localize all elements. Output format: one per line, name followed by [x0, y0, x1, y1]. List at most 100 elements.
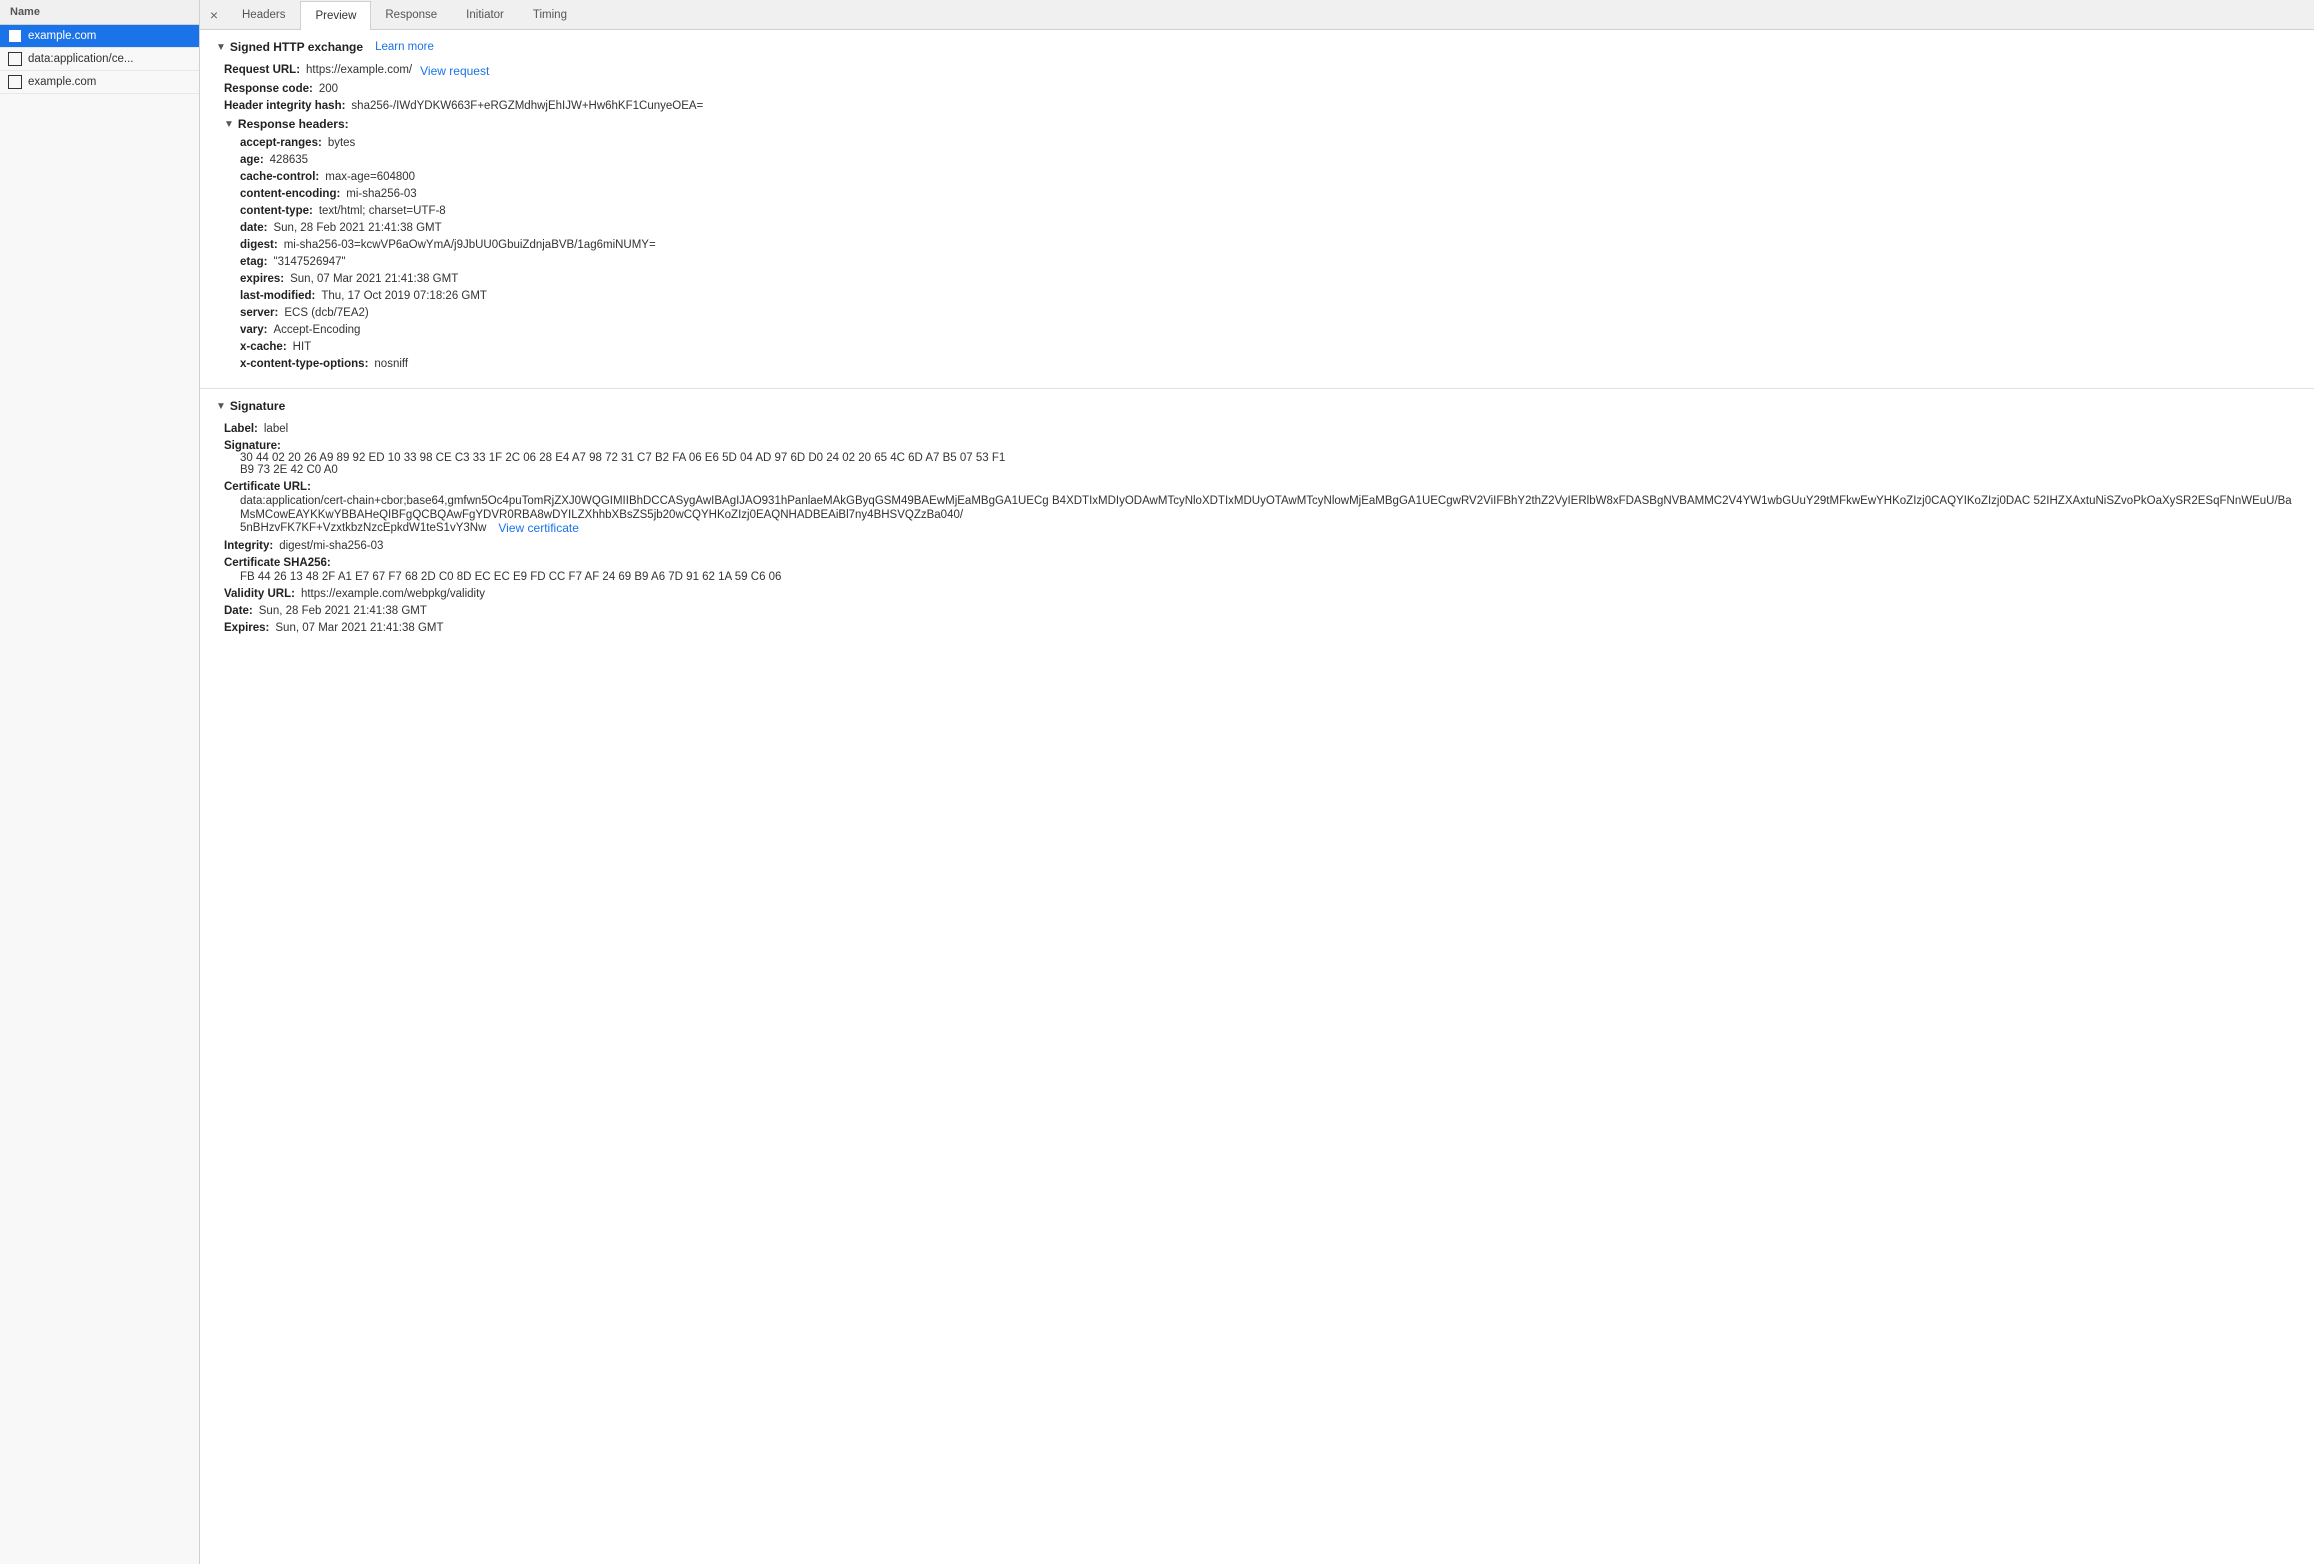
signed-http-exchange-section: ▼ Signed HTTP exchange Learn more Reques… — [200, 30, 2314, 388]
header-name: digest: — [240, 239, 278, 251]
header-row: content-encoding: mi-sha256-03 — [232, 188, 2298, 200]
signed-http-exchange-header[interactable]: ▼ Signed HTTP exchange Learn more — [216, 40, 2298, 54]
signature-field-label: Signature: — [224, 440, 281, 452]
header-row: cache-control:max-age=604800 — [232, 171, 2298, 183]
label-field-value: label — [264, 423, 288, 435]
header-name: last-modified: — [240, 290, 315, 302]
header-row: age: 428635 — [232, 154, 2298, 166]
tab-headers[interactable]: Headers — [228, 0, 300, 29]
request-url-label: Request URL: — [224, 64, 300, 76]
cert-url-row: Certificate URL: data:application/cert-c… — [216, 481, 2298, 535]
date-row: Date: Sun, 28 Feb 2021 21:41:38 GMT — [216, 605, 2298, 617]
header-row: accept-ranges:bytes — [232, 137, 2298, 149]
validity-url-label: Validity URL: — [224, 588, 295, 600]
tab-response[interactable]: Response — [371, 0, 452, 29]
header-name: content-encoding: — [240, 188, 340, 200]
view-request-link[interactable]: View request — [420, 64, 489, 78]
cert-sha256-label: Certificate SHA256: — [224, 557, 331, 569]
integrity-label: Integrity: — [224, 540, 273, 552]
header-value: mi-sha256-03=kcwVP6aOwYmA/j9JbUU0GbuiZdn… — [284, 239, 656, 251]
header-value: Accept-Encoding — [274, 324, 361, 336]
file-icon — [8, 75, 22, 89]
sidebar-item-label: example.com — [28, 76, 96, 88]
sidebar: Name example.com data:application/ce... … — [0, 0, 200, 1564]
cert-sha256-value-container: FB 44 26 13 48 2F A1 E7 67 F7 68 2D C0 8… — [224, 569, 781, 583]
response-headers-label: Response headers: — [238, 117, 349, 131]
close-tab-button[interactable]: × — [204, 5, 224, 25]
header-name: expires: — [240, 273, 284, 285]
cert-url-last-line: 5nBHzvFK7KF+VzxtkbzNzcEpkdW1teS1vY3Nw Vi… — [240, 521, 2298, 535]
header-name: date: — [240, 222, 267, 234]
header-rows: accept-ranges:bytes age: 428635 cache-contr… — [216, 137, 2298, 370]
signature-label-row: Label: label — [216, 423, 2298, 435]
header-row: expires:Sun, 07 Mar 2021 21:41:38 GMT — [232, 273, 2298, 285]
response-code-value: 200 — [319, 83, 338, 95]
header-row: date: Sun, 28 Feb 2021 21:41:38 GMT — [232, 222, 2298, 234]
header-row: server: ECS (dcb/7EA2) — [232, 307, 2298, 319]
file-icon — [8, 29, 22, 43]
tab-timing[interactable]: Timing — [519, 0, 582, 29]
integrity-value: digest/mi-sha256-03 — [279, 540, 383, 552]
validity-url-row: Validity URL: https://example.com/webpkg… — [216, 588, 2298, 600]
signature-field-row: Signature: 30 44 02 20 26 A9 89 92 ED 10… — [216, 440, 2298, 476]
header-row: x-cache: HIT — [232, 341, 2298, 353]
header-name: age: — [240, 154, 264, 166]
date-value: Sun, 28 Feb 2021 21:41:38 GMT — [259, 605, 427, 617]
tab-initiator[interactable]: Initiator — [452, 0, 519, 29]
signature-header[interactable]: ▼ Signature — [216, 399, 2298, 413]
header-name: server: — [240, 307, 278, 319]
expires-label: Expires: — [224, 622, 269, 634]
header-value: bytes — [328, 137, 356, 149]
header-value: 428635 — [270, 154, 308, 166]
cert-sha256-row: Certificate SHA256: FB 44 26 13 48 2F A1… — [216, 557, 2298, 583]
header-integrity-row: Header integrity hash: sha256-/IWdYDKW66… — [216, 100, 2298, 112]
response-headers-header[interactable]: ▼ Response headers: — [216, 117, 2298, 131]
signature-line2: B9 73 2E 42 C0 A0 — [240, 464, 1005, 476]
learn-more-link[interactable]: Learn more — [375, 41, 434, 53]
header-value: Sun, 28 Feb 2021 21:41:38 GMT — [273, 222, 441, 234]
cert-url-value-line4: 5nBHzvFK7KF+VzxtkbzNzcEpkdW1teS1vY3Nw — [240, 522, 486, 534]
header-integrity-label: Header integrity hash: — [224, 100, 345, 112]
header-value: ECS (dcb/7EA2) — [284, 307, 368, 319]
expires-value: Sun, 07 Mar 2021 21:41:38 GMT — [275, 622, 443, 634]
header-value: max-age=604800 — [325, 171, 415, 183]
tab-preview[interactable]: Preview — [300, 1, 371, 30]
header-value: nosniff — [374, 358, 408, 370]
view-certificate-link[interactable]: View certificate — [498, 521, 578, 535]
header-row: x-content-type-options: nosniff — [232, 358, 2298, 370]
label-field-label: Label: — [224, 423, 258, 435]
request-url-value: https://example.com/ — [306, 64, 412, 76]
sidebar-item-example-com[interactable]: example.com — [0, 25, 199, 48]
cert-url-label: Certificate URL: — [224, 481, 311, 493]
header-name: content-type: — [240, 205, 313, 217]
sidebar-item-label: example.com — [28, 30, 96, 42]
integrity-row: Integrity: digest/mi-sha256-03 — [216, 540, 2298, 552]
sidebar-item-data-application[interactable]: data:application/ce... — [0, 48, 199, 71]
response-code-label: Response code: — [224, 83, 313, 95]
expires-row: Expires: Sun, 07 Mar 2021 21:41:38 GMT — [216, 622, 2298, 634]
header-integrity-value: sha256-/IWdYDKW663F+eRGZMdhwjEhIJW+Hw6hK… — [351, 100, 703, 112]
file-icon — [8, 52, 22, 66]
header-name: x-cache: — [240, 341, 287, 353]
validity-url-value: https://example.com/webpkg/validity — [301, 588, 485, 600]
collapse-triangle-icon: ▼ — [216, 401, 226, 412]
request-url-row: Request URL: https://example.com/ View r… — [216, 64, 2298, 78]
header-name: x-content-type-options: — [240, 358, 368, 370]
header-name: vary: — [240, 324, 268, 336]
collapse-triangle-icon: ▼ — [216, 42, 226, 53]
header-row: vary: Accept-Encoding — [232, 324, 2298, 336]
tab-bar: × Headers Preview Response Initiator Tim… — [200, 0, 2314, 30]
sidebar-item-example-com-2[interactable]: example.com — [0, 71, 199, 94]
header-value: HIT — [293, 341, 312, 353]
collapse-triangle-icon: ▼ — [224, 119, 234, 130]
signature-section: ▼ Signature Label: label Signature: 30 4… — [200, 388, 2314, 649]
header-value: "3147526947" — [273, 256, 345, 268]
signature-title: Signature — [230, 399, 285, 413]
cert-sha256-value: FB 44 26 13 48 2F A1 E7 67 F7 68 2D C0 8… — [240, 571, 781, 583]
response-headers-subsection: ▼ Response headers: accept-ranges:bytesa… — [216, 117, 2298, 370]
signature-value-container: 30 44 02 20 26 A9 89 92 ED 10 33 98 CE C… — [224, 452, 1005, 476]
header-value: mi-sha256-03 — [346, 188, 416, 200]
header-row: digest: mi-sha256-03=kcwVP6aOwYmA/j9JbUU0… — [232, 239, 2298, 251]
sidebar-header: Name — [0, 0, 199, 25]
content-area: ▼ Signed HTTP exchange Learn more Reques… — [200, 30, 2314, 1564]
